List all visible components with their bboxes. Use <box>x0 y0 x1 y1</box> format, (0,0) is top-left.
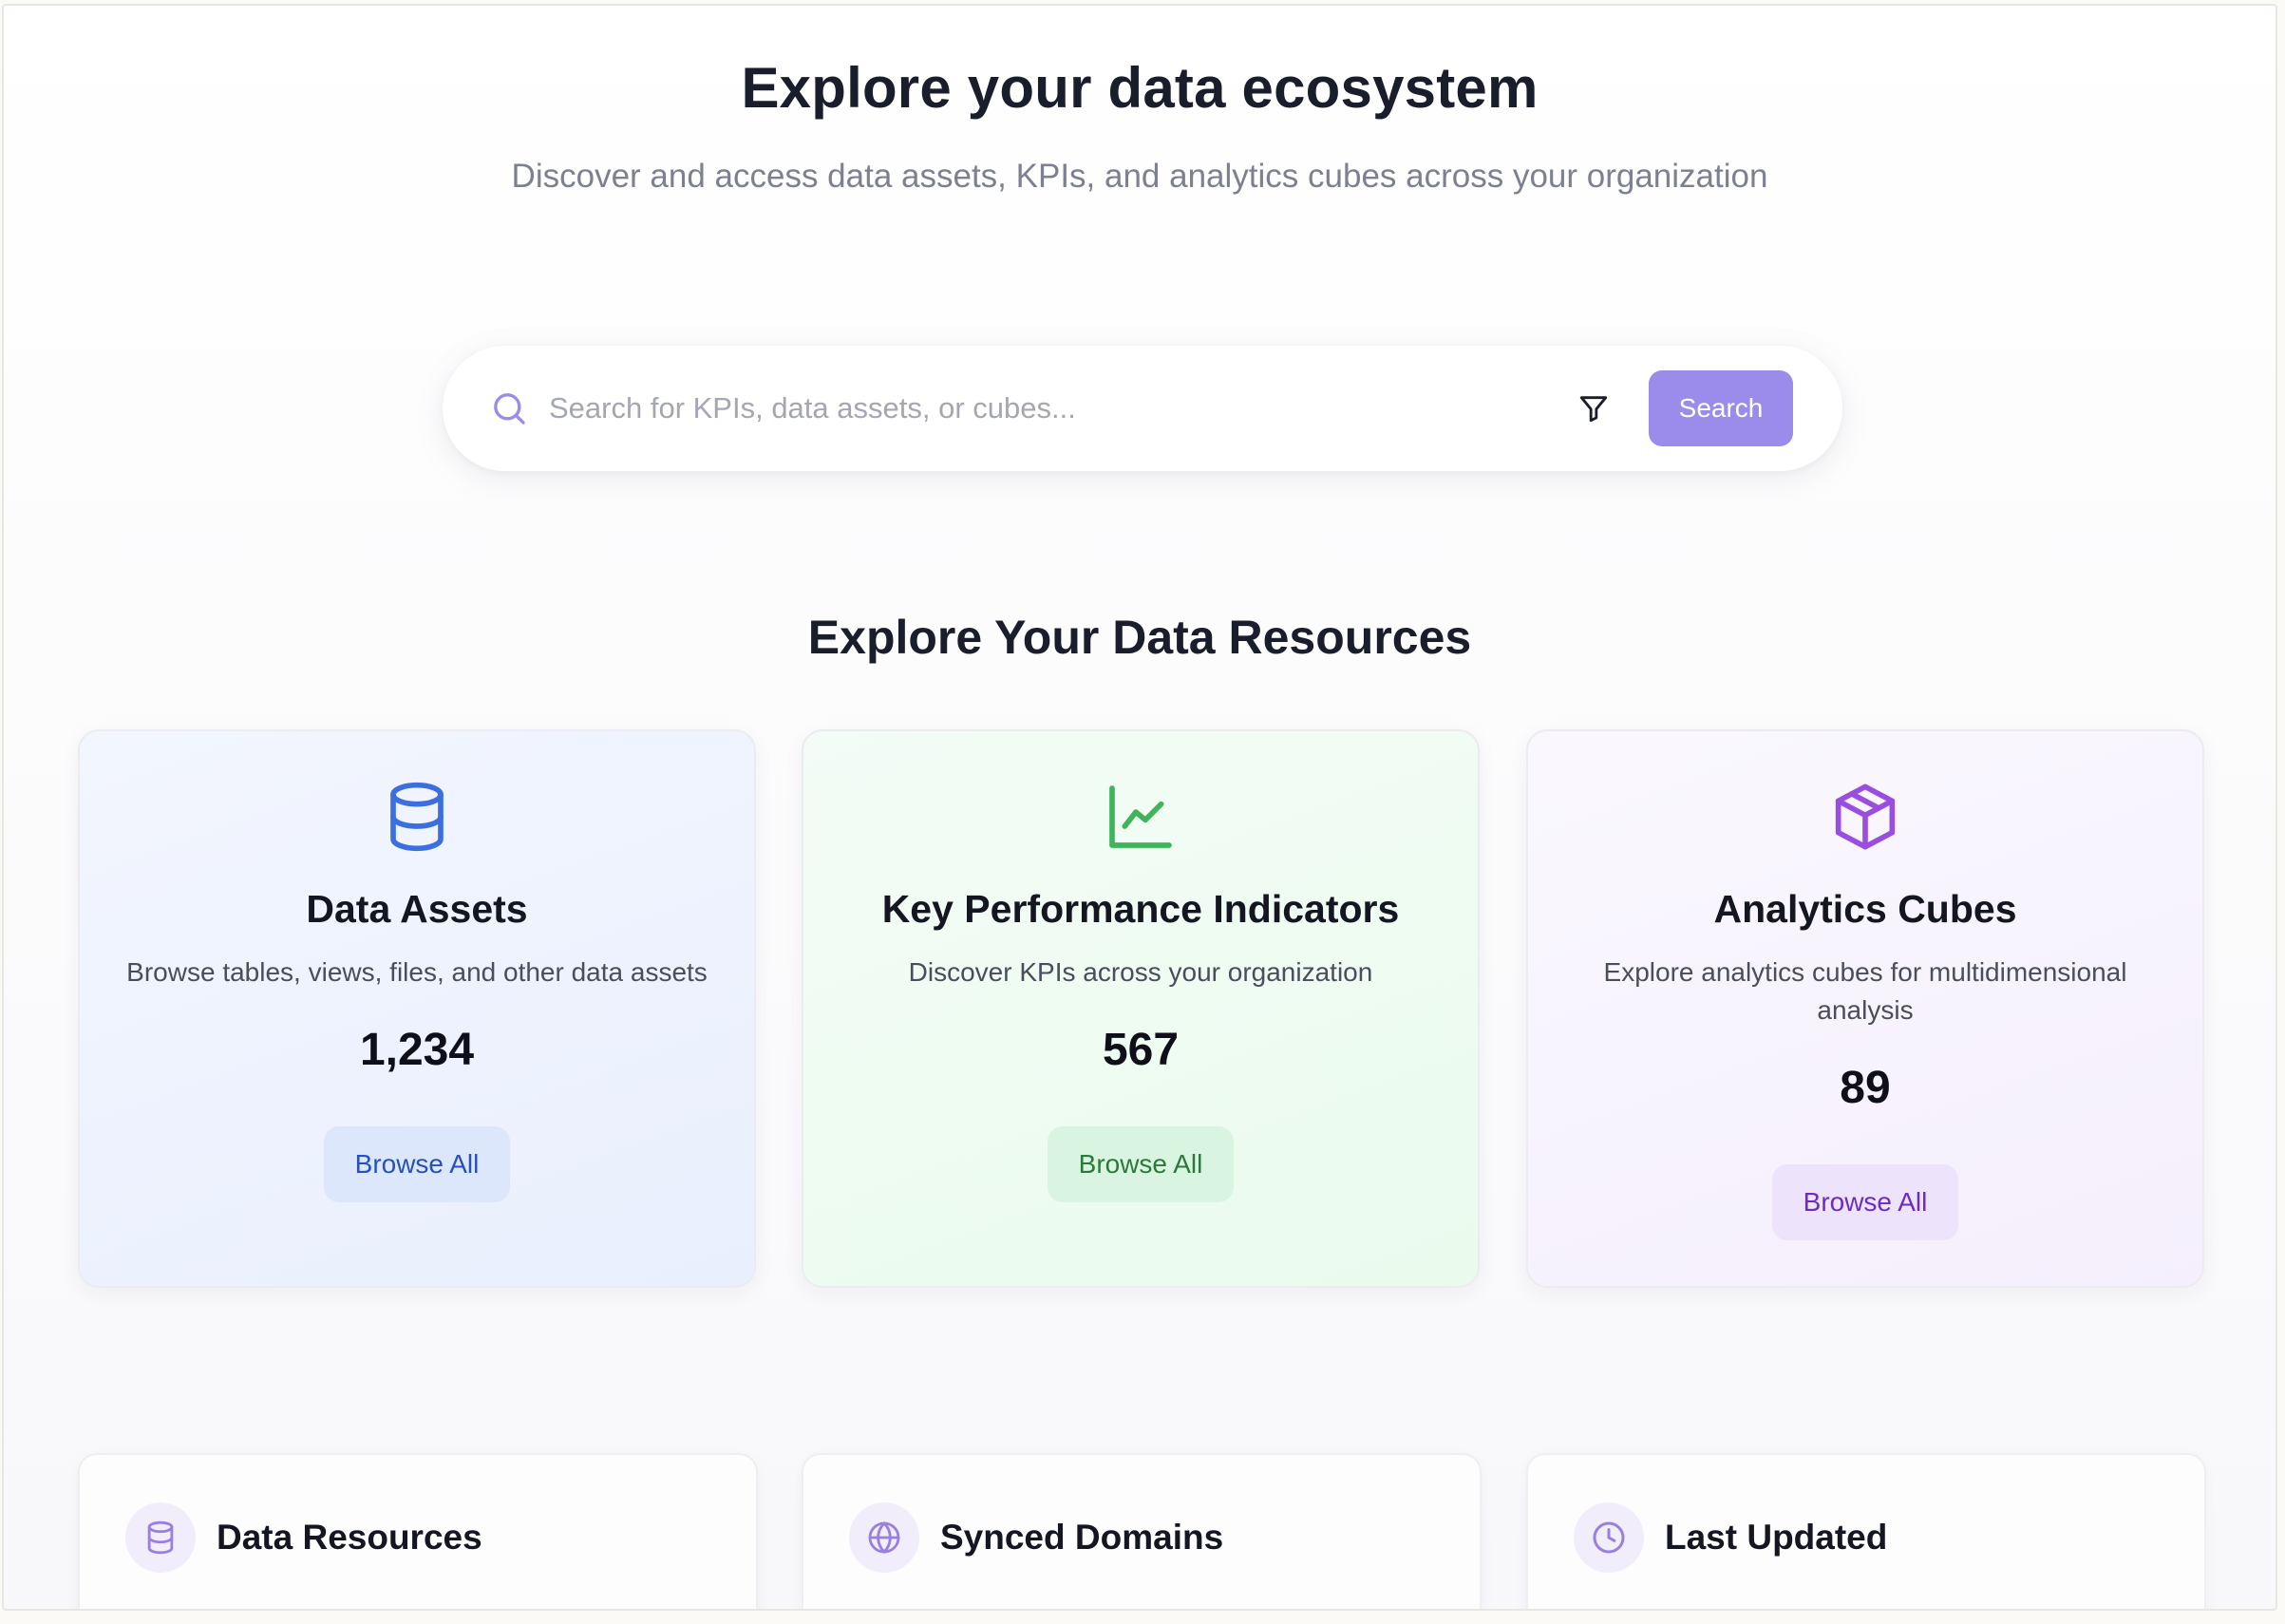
search-icon <box>494 393 525 425</box>
card-title: Analytics Cubes <box>1713 887 2017 931</box>
stat-icon-wrapper <box>125 1502 196 1573</box>
filter-button[interactable] <box>1573 387 1615 429</box>
card-description: Browse tables, views, files, and other d… <box>126 957 708 987</box>
browse-kpis-button[interactable]: Browse All <box>1048 1126 1234 1202</box>
stat-title: Synced Domains <box>940 1518 1224 1557</box>
line-chart-icon <box>1109 785 1172 848</box>
stat-icon-wrapper <box>1574 1502 1644 1573</box>
page-frame: Explore your data ecosystem Discover and… <box>2 4 2277 1611</box>
browse-cubes-button[interactable]: Browse All <box>1772 1164 1958 1240</box>
search-bar: Search <box>443 346 1842 471</box>
last-updated-stat-card: Last Updated <box>1526 1453 2206 1609</box>
globe-icon <box>868 1520 900 1555</box>
card-title: Key Performance Indicators <box>881 887 1400 931</box>
section-title: Explore Your Data Resources <box>807 611 1472 664</box>
page-title: Explore your data ecosystem <box>741 56 1539 120</box>
card-count: 89 <box>1840 1063 1891 1113</box>
search-input[interactable] <box>549 374 1499 443</box>
database-icon <box>390 782 444 852</box>
card-title: Data Assets <box>306 887 528 931</box>
data-assets-card: Data Assets Browse tables, views, files,… <box>78 729 756 1288</box>
synced-domains-stat-card: Synced Domains <box>802 1453 1482 1609</box>
analytics-cubes-card: Analytics Cubes Explore analytics cubes … <box>1526 729 2204 1288</box>
data-resources-stat-card: Data Resources <box>78 1453 758 1609</box>
card-count: 567 <box>1102 1025 1180 1075</box>
kpi-card: Key Performance Indicators Discover KPIs… <box>802 729 1480 1288</box>
browse-data-assets-button[interactable]: Browse All <box>324 1126 510 1202</box>
database-icon <box>147 1520 174 1555</box>
card-description: Explore analytics cubes for multidimensi… <box>1603 957 2127 1025</box>
stat-title: Last Updated <box>1665 1518 1888 1557</box>
cube-icon <box>1835 784 1896 850</box>
clock-icon <box>1593 1521 1625 1554</box>
stat-icon-wrapper <box>849 1502 919 1573</box>
filter-icon <box>1579 396 1608 423</box>
card-count: 1,234 <box>359 1025 475 1075</box>
card-description: Discover KPIs across your organization <box>908 957 1373 987</box>
stat-title: Data Resources <box>217 1518 482 1557</box>
page-subtitle: Discover and access data assets, KPIs, a… <box>511 158 1768 195</box>
search-button[interactable]: Search <box>1649 370 1793 446</box>
